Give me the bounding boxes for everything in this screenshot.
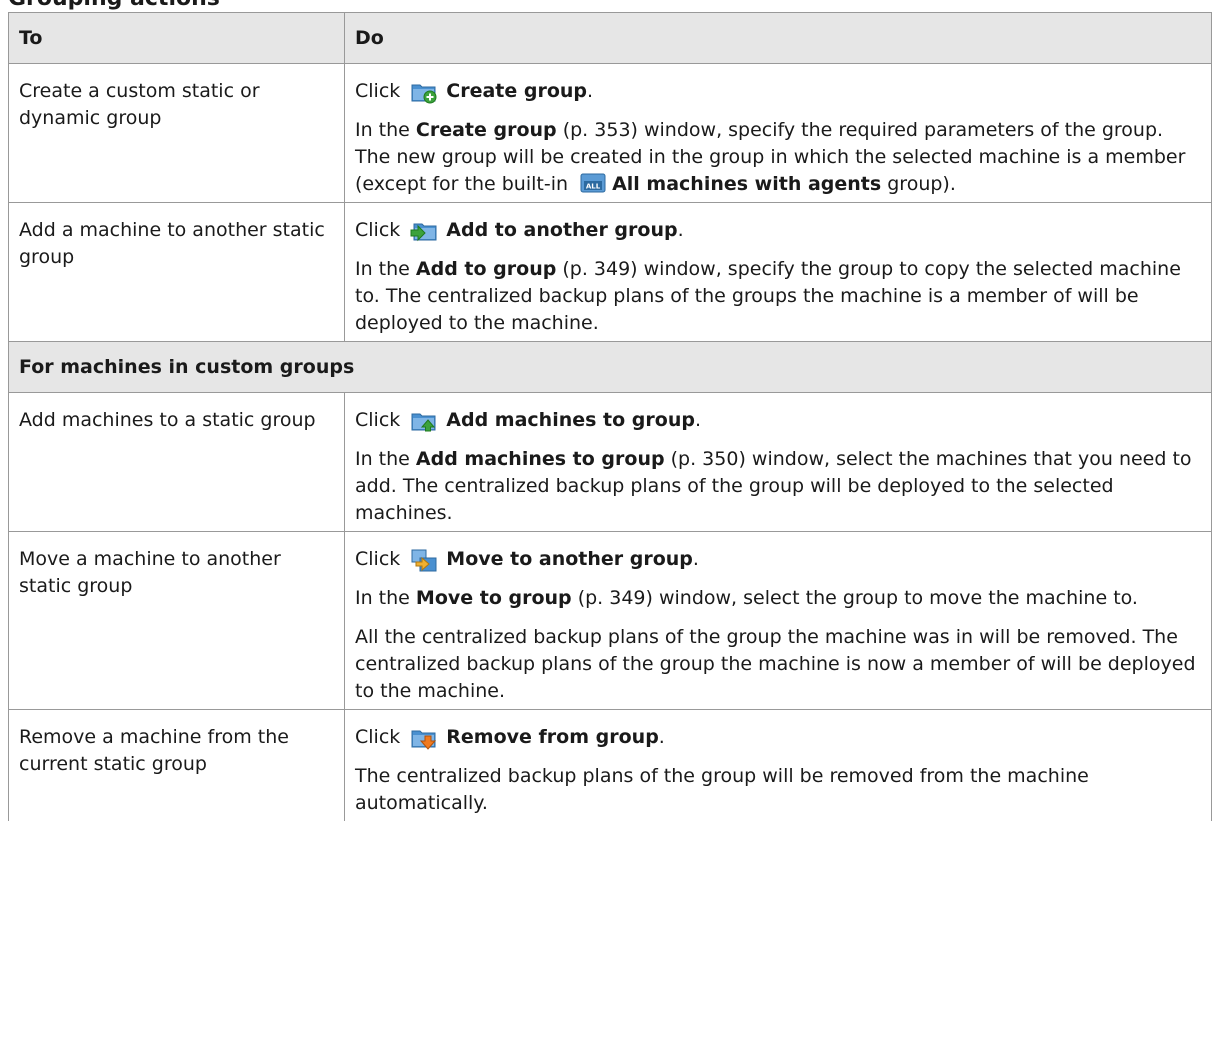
window-name: Add to group xyxy=(415,258,557,280)
remove-from-group-command: Remove from group xyxy=(446,726,659,748)
click-word: Click xyxy=(355,548,401,570)
section-title: For machines in custom groups xyxy=(8,341,1212,393)
click-word: Click xyxy=(355,80,401,102)
instruction-paragraph: In the Add machines to group (p. 350) wi… xyxy=(355,448,1192,524)
all-machines-icon: ALL xyxy=(580,173,606,193)
row-instructions: Click Add machines to group. In the Add … xyxy=(344,392,1212,532)
row-instructions: Click Add to another group. In the Add t… xyxy=(344,202,1212,342)
move-to-group-icon xyxy=(411,549,437,571)
instruction-paragraph: In the Create group (p. 353) window, spe… xyxy=(355,119,1186,195)
create-group-icon xyxy=(411,84,437,103)
click-word: Click xyxy=(355,726,401,748)
instruction-paragraph: In the Add to group (p. 349) window, spe… xyxy=(355,258,1181,334)
add-machines-command: Add machines to group xyxy=(446,409,695,431)
instruction-paragraph: In the Move to group (p. 349) window, se… xyxy=(355,587,1138,609)
row-instructions: Click Remove from group. The centralized… xyxy=(344,709,1212,821)
add-to-another-group-command: Add to another group xyxy=(446,219,678,241)
window-name: Add machines to group xyxy=(415,448,665,470)
row-goal: Add a machine to another static group xyxy=(8,202,345,342)
table-row: Remove a machine from the current static… xyxy=(8,709,1212,821)
click-instruction: Click Move to another group. xyxy=(355,546,1201,573)
add-machines-icon xyxy=(411,413,436,431)
page-heading: Grouping actions xyxy=(8,0,220,12)
click-word: Click xyxy=(355,409,401,431)
row-goal: Create a custom static or dynamic group xyxy=(8,63,345,203)
click-word: Click xyxy=(355,219,401,241)
add-to-group-icon xyxy=(410,223,437,241)
row-instructions: Click Move to another group. In the Move… xyxy=(344,531,1212,710)
table-row: Add a machine to another static group Cl… xyxy=(8,202,1212,342)
table-header-row: To Do xyxy=(8,12,1212,64)
move-to-another-group-command: Move to another group xyxy=(446,548,693,570)
column-header-to: To xyxy=(8,12,345,64)
instruction-paragraph: All the centralized backup plans of the … xyxy=(355,626,1196,702)
create-group-command: Create group xyxy=(446,80,588,102)
window-name: Move to group xyxy=(415,587,572,609)
click-instruction: Click Add to another group. xyxy=(355,217,1201,244)
table-row: Create a custom static or dynamic group … xyxy=(8,63,1212,203)
table-row: Move a machine to another static group C… xyxy=(8,531,1212,710)
table-row: Add machines to a static group Click Add… xyxy=(8,392,1212,532)
click-instruction: Click Create group. xyxy=(355,78,1201,105)
instruction-paragraph: The centralized backup plans of the grou… xyxy=(355,765,1089,814)
remove-from-group-icon xyxy=(411,730,437,750)
row-instructions: Click Create group. In the Create group … xyxy=(344,63,1212,203)
row-goal: Move a machine to another static group xyxy=(8,531,345,710)
window-name: Create group xyxy=(415,119,557,141)
svg-text:ALL: ALL xyxy=(586,183,601,191)
section-row: For machines in custom groups xyxy=(8,341,1212,393)
click-instruction: Click Add machines to group. xyxy=(355,407,1201,434)
row-goal: Remove a machine from the current static… xyxy=(8,709,345,821)
column-header-do: Do xyxy=(344,12,1212,64)
row-goal: Add machines to a static group xyxy=(8,392,345,532)
click-instruction: Click Remove from group. xyxy=(355,724,1201,751)
actions-table: To Do Create a custom static or dynamic … xyxy=(8,12,1212,821)
